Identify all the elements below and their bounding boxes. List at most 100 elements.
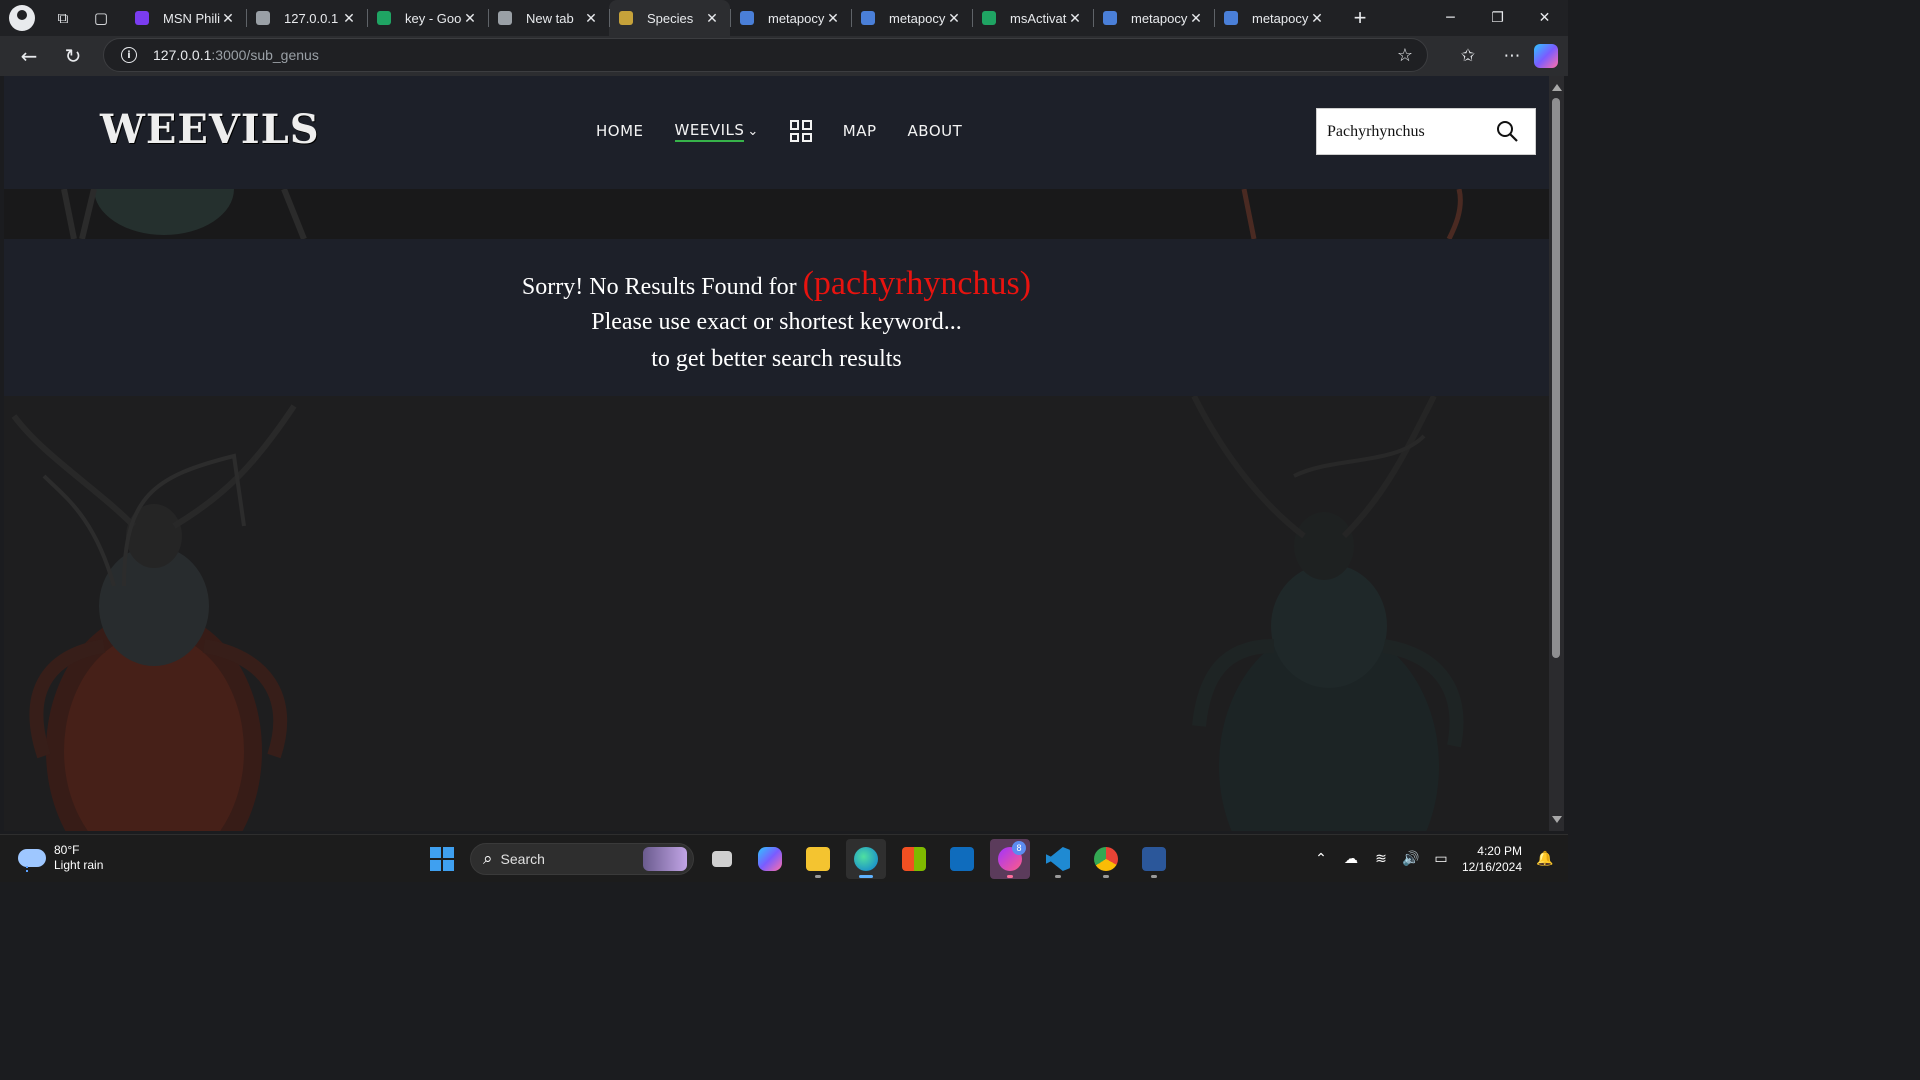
copilot-icon[interactable] — [1534, 44, 1558, 68]
chevron-up-icon[interactable]: ⌃ — [1306, 851, 1336, 867]
tab-close-icon[interactable]: ✕ — [704, 10, 720, 27]
chevron-down-icon: ⌄ — [747, 123, 759, 139]
nav-weevils-dropdown[interactable]: WEEVILS ⌄ — [674, 121, 759, 142]
search-icon[interactable] — [1495, 119, 1519, 143]
messenger-badge: 8 — [1012, 841, 1026, 855]
task-view-icon[interactable] — [702, 839, 742, 879]
browser-tab[interactable]: key - Goog✕ — [367, 0, 488, 36]
tab-close-icon[interactable]: ✕ — [462, 10, 478, 27]
word-icon[interactable] — [1134, 839, 1174, 879]
tab-title: metapocyr — [1252, 10, 1309, 26]
search-input[interactable] — [1327, 122, 1487, 141]
tab-title: New tab — [526, 10, 574, 26]
reload-icon[interactable]: ↻ — [58, 41, 88, 71]
wifi-icon[interactable]: ≋ — [1366, 851, 1396, 867]
start-button[interactable] — [422, 839, 462, 879]
browser-tab[interactable]: New tab ✕ — [488, 0, 609, 36]
site-logo[interactable]: WEEVILS — [100, 106, 320, 153]
tab-close-icon[interactable]: ✕ — [341, 10, 357, 27]
tab-title: Species — [647, 10, 694, 26]
minimize-icon[interactable]: ─ — [1427, 0, 1474, 36]
close-window-icon[interactable]: ✕ — [1521, 0, 1568, 36]
tab-favicon-icon — [135, 11, 149, 25]
new-tab-button[interactable]: + — [1345, 3, 1375, 33]
file-explorer-icon[interactable] — [798, 839, 838, 879]
tab-close-icon[interactable]: ✕ — [583, 10, 599, 27]
site-search — [1316, 108, 1536, 155]
volume-icon[interactable]: 🔊 — [1396, 851, 1426, 867]
main-nav: HOME WEEVILS ⌄ MAP ABOUT — [596, 120, 962, 142]
restore-icon[interactable]: ❐ — [1474, 0, 1521, 36]
tab-close-icon[interactable]: ✕ — [1309, 10, 1325, 27]
search-highlight-icon — [643, 847, 687, 871]
tab-close-icon[interactable]: ✕ — [825, 10, 841, 27]
qr-code-icon[interactable] — [789, 120, 812, 142]
nav-home[interactable]: HOME — [596, 122, 644, 140]
browser-tab[interactable]: metapocyr ✕ — [1093, 0, 1214, 36]
system-tray: ⌃ ☁ ≋ 🔊 ▭ 4:20 PM 12/16/2024 🔔 — [1306, 835, 1568, 883]
search-icon: ⌕ — [483, 849, 493, 869]
profile-avatar[interactable] — [9, 5, 35, 31]
tab-close-icon[interactable]: ✕ — [1188, 10, 1204, 27]
browser-tab[interactable]: metapocyr ✕ — [730, 0, 851, 36]
tab-title: metapocyr — [1131, 10, 1188, 26]
browser-tab[interactable]: 127.0.0.1 ✕ — [246, 0, 367, 36]
taskbar-search-label: Search — [500, 851, 545, 867]
outlook-icon[interactable] — [942, 839, 982, 879]
back-icon[interactable]: ← — [14, 41, 44, 71]
clock-date: 12/16/2024 — [1461, 860, 1522, 874]
scroll-thumb[interactable] — [1552, 98, 1560, 658]
chrome-icon[interactable] — [1086, 839, 1126, 879]
nav-about[interactable]: ABOUT — [908, 122, 963, 140]
site-header: WEEVILS HOME WEEVILS ⌄ MAP ABOUT — [4, 76, 1549, 189]
tab-title: metapocyr — [889, 10, 946, 26]
vscode-icon[interactable] — [1038, 839, 1078, 879]
toolbar-right: ✩ ⋯ — [1446, 36, 1568, 76]
tab-favicon-icon — [1103, 11, 1117, 25]
scroll-up-icon[interactable] — [1552, 84, 1562, 91]
url-path: :3000/sub_genus — [211, 47, 319, 63]
favorite-star-icon[interactable]: ☆ — [1397, 45, 1413, 66]
battery-icon[interactable]: ▭ — [1426, 851, 1456, 867]
url-text[interactable]: 127.0.0.1:3000/sub_genus — [153, 47, 319, 63]
scroll-down-icon[interactable] — [1552, 816, 1562, 823]
weather-temp: 80°F — [54, 843, 80, 857]
no-results-heading: Sorry! No Results Found for (pachyrhynch… — [4, 265, 1549, 303]
vertical-tabs-icon[interactable]: ▢ — [91, 8, 111, 28]
banner-image-strip — [4, 189, 1549, 239]
right-weevil-image — [1191, 396, 1464, 831]
no-results-hint-2: to get better search results — [651, 346, 902, 372]
more-menu-icon[interactable]: ⋯ — [1490, 46, 1534, 66]
browser-tab[interactable]: msActivato✕ — [972, 0, 1093, 36]
browser-tab[interactable]: MSN Philip✕ — [125, 0, 246, 36]
address-bar[interactable]: i 127.0.0.1:3000/sub_genus ☆ — [103, 38, 1428, 72]
workspaces-icon[interactable]: ⧉ — [53, 8, 73, 28]
taskbar-search[interactable]: ⌕ Search — [470, 843, 694, 875]
windows-taskbar: 80°F Light rain ⌕ Search 8 ⌃ ☁ ≋ 🔊 ▭ 4:2… — [0, 834, 1568, 882]
nav-map[interactable]: MAP — [843, 122, 877, 140]
no-results-prefix: Sorry! No Results Found for — [521, 274, 803, 300]
page-scrollbar[interactable] — [1549, 76, 1564, 831]
copilot-app-icon[interactable] — [750, 839, 790, 879]
browser-tab[interactable]: metapocyr ✕ — [851, 0, 972, 36]
tab-close-icon[interactable]: ✕ — [1067, 10, 1083, 27]
tab-title: MSN Philip — [163, 10, 220, 26]
site-info-icon[interactable]: i — [121, 47, 137, 63]
tab-title: 127.0.0.1 — [284, 10, 339, 26]
notification-bell-icon[interactable]: 🔔 — [1532, 851, 1558, 867]
browser-tab[interactable]: Species ✕ — [609, 0, 730, 36]
weather-widget[interactable]: 80°F Light rain — [18, 843, 103, 873]
browser-tab[interactable]: metapocyr ✕ — [1214, 0, 1335, 36]
taskbar-apps: ⌕ Search 8 — [422, 839, 1174, 879]
clock[interactable]: 4:20 PM 12/16/2024 — [1462, 843, 1522, 875]
search-term: (pachyrhynchus) — [802, 265, 1032, 302]
favorites-icon[interactable]: ✩ — [1446, 46, 1490, 66]
browser-toolbar: ← ↻ i 127.0.0.1:3000/sub_genus ☆ ✩ ⋯ — [0, 36, 1568, 76]
microsoft-store-icon[interactable] — [894, 839, 934, 879]
tab-close-icon[interactable]: ✕ — [220, 10, 236, 27]
tab-close-icon[interactable]: ✕ — [946, 10, 962, 27]
edge-browser-icon[interactable] — [846, 839, 886, 879]
cloud-off-icon[interactable]: ☁ — [1336, 851, 1366, 867]
messenger-icon[interactable]: 8 — [990, 839, 1030, 879]
tab-title: key - Goog — [405, 10, 462, 26]
